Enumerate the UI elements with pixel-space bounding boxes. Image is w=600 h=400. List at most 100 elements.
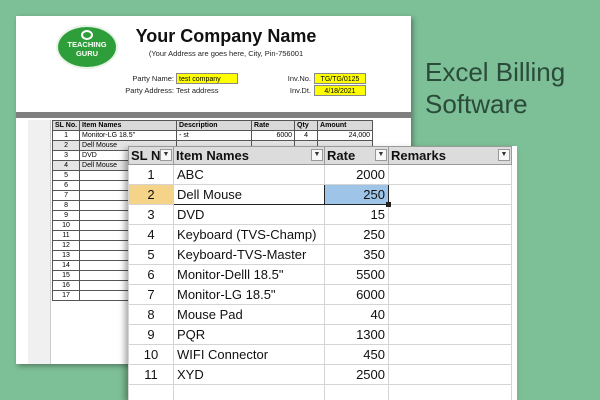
item-cell-sl[interactable]: 8 <box>128 304 174 325</box>
item-cell-remarks[interactable] <box>388 224 512 245</box>
company-address: (Your Address are goes here, City, Pin-7… <box>148 49 304 58</box>
invoice-cell-sl[interactable]: 3 <box>51 150 81 161</box>
item-cell-remarks[interactable] <box>388 324 512 345</box>
item-master-sheet: SL N ▼ Item Names ▼ Rate ▼ Remarks ▼ 1 AB… <box>128 146 517 400</box>
invoice-cell-sl[interactable]: 4 <box>51 160 81 171</box>
item-cell-sl[interactable]: 3 <box>128 204 174 225</box>
invoice-cell-sl[interactable]: 12 <box>51 240 81 251</box>
invoice-cell-sl[interactable]: 8 <box>51 200 81 211</box>
invoice-cell-sl[interactable]: 13 <box>51 250 81 261</box>
item-cell-name[interactable]: Monitor-LG 18.5" <box>173 284 325 305</box>
item-cell-remarks[interactable] <box>388 204 512 225</box>
invoice-cell-sl[interactable]: 15 <box>51 270 81 281</box>
item-cell-empty[interactable] <box>173 384 325 400</box>
item-cell-sl[interactable]: 4 <box>128 224 174 245</box>
item-cell-sl[interactable]: 10 <box>128 344 174 365</box>
fill-handle[interactable] <box>385 201 391 207</box>
item-cell-remarks[interactable] <box>388 364 512 385</box>
item-cell-name[interactable]: Dell Mouse <box>173 184 325 205</box>
item-cell-name[interactable]: PQR <box>173 324 325 345</box>
inv-dt-label: Inv.Dt. <box>289 86 311 95</box>
invoice-cell-desc[interactable]: - st <box>176 130 253 141</box>
invoice-cell-rate[interactable]: 6000 <box>251 130 296 141</box>
col-rate-header[interactable]: Rate ▼ <box>324 146 389 165</box>
item-row: 5 Keyboard-TVS-Master 350 <box>128 244 512 265</box>
dropdown-arrow-icon[interactable]: ▼ <box>498 149 510 161</box>
page-heading: Excel Billing Software <box>425 56 565 120</box>
item-cell-sl[interactable]: 9 <box>128 324 174 345</box>
col-item-names-header[interactable]: Item Names ▼ <box>173 146 325 165</box>
item-cell-sl[interactable]: 6 <box>128 264 174 285</box>
dropdown-arrow-icon[interactable]: ▼ <box>160 149 172 161</box>
col-item-names-label: Item Names <box>176 148 249 163</box>
item-cell-name[interactable]: XYD <box>173 364 325 385</box>
item-cell-empty[interactable] <box>324 384 389 400</box>
item-cell-remarks[interactable] <box>388 304 512 325</box>
item-cell-name[interactable]: Keyboard (TVS-Champ) <box>173 224 325 245</box>
item-cell-name[interactable]: WIFI Connector <box>173 344 325 365</box>
item-cell-name[interactable]: Mouse Pad <box>173 304 325 325</box>
dropdown-arrow-icon[interactable]: ▼ <box>311 149 323 161</box>
item-row: 3 DVD 15 <box>128 204 512 225</box>
item-cell-remarks[interactable] <box>388 284 512 305</box>
invoice-cell-sl[interactable]: 9 <box>51 210 81 221</box>
heading-line-1: Excel Billing <box>425 57 566 87</box>
invoice-cell-sl[interactable]: 6 <box>51 180 81 191</box>
col-remarks-label: Remarks <box>391 148 446 163</box>
item-cell-rate[interactable]: 2500 <box>324 364 389 385</box>
heading-line-2: Software <box>425 89 528 119</box>
invoice-cell-sl[interactable]: 14 <box>51 260 81 271</box>
item-cell-rate[interactable]: 2000 <box>324 164 389 185</box>
dropdown-arrow-icon[interactable]: ▼ <box>375 149 387 161</box>
item-row: 1 ABC 2000 <box>128 164 512 185</box>
item-master-table: SL N ▼ Item Names ▼ Rate ▼ Remarks ▼ 1 AB… <box>128 146 512 400</box>
item-cell-sl[interactable]: 7 <box>128 284 174 305</box>
inv-dt-field[interactable]: 4/18/2021 <box>314 85 366 96</box>
invoice-cell-sl[interactable]: 5 <box>51 170 81 181</box>
item-row: 2 Dell Mouse 250 <box>128 184 512 205</box>
col-sl-header[interactable]: SL N ▼ <box>128 146 174 165</box>
item-cell-sl[interactable]: 2 <box>128 184 174 205</box>
inv-no-field[interactable]: TG/TG/0125 <box>314 73 366 84</box>
item-cell-name[interactable]: ABC <box>173 164 325 185</box>
item-cell-rate[interactable]: 450 <box>324 344 389 365</box>
item-cell-sl[interactable]: 5 <box>128 244 174 265</box>
item-cell-empty[interactable] <box>128 384 174 400</box>
item-cell-rate[interactable]: 250 <box>324 224 389 245</box>
invoice-cell-sl[interactable]: 16 <box>51 280 81 291</box>
invoice-cell-sl[interactable]: 1 <box>51 130 81 141</box>
invoice-cell-sl[interactable]: 2 <box>51 140 81 151</box>
item-cell-empty[interactable] <box>388 384 512 400</box>
item-cell-name[interactable]: DVD <box>173 204 325 225</box>
item-cell-remarks[interactable] <box>388 344 512 365</box>
item-cell-rate[interactable]: 1300 <box>324 324 389 345</box>
item-cell-remarks[interactable] <box>388 244 512 265</box>
item-row: 7 Monitor-LG 18.5" 6000 <box>128 284 512 305</box>
col-remarks-header[interactable]: Remarks ▼ <box>388 146 512 165</box>
item-cell-name[interactable]: Monitor-Delll 18.5" <box>173 264 325 285</box>
invoice-cell-qty[interactable]: 4 <box>294 130 319 141</box>
item-cell-remarks[interactable] <box>388 264 512 285</box>
invoice-cell-sl[interactable]: 7 <box>51 190 81 201</box>
item-cell-rate[interactable]: 40 <box>324 304 389 325</box>
invoice-cell-amount[interactable]: 24,000 <box>317 130 374 141</box>
item-cell-rate[interactable]: 250 <box>324 184 389 205</box>
item-cell-rate[interactable]: 350 <box>324 244 389 265</box>
item-cell-remarks[interactable] <box>388 164 512 185</box>
item-cell-rate[interactable]: 6000 <box>324 284 389 305</box>
party-name-field[interactable]: test company <box>176 73 238 84</box>
col-sl: SL No. <box>51 120 81 131</box>
col-qty: Qty <box>294 120 319 131</box>
item-cell-remarks[interactable] <box>388 184 512 205</box>
invoice-cell-sl[interactable]: 10 <box>51 220 81 231</box>
invoice-cell-item[interactable]: Monitor-LG 18.5" <box>79 130 178 141</box>
item-cell-rate[interactable]: 5500 <box>324 264 389 285</box>
item-cell-sl[interactable]: 1 <box>128 164 174 185</box>
item-cell-rate[interactable]: 15 <box>324 204 389 225</box>
item-cell-sl[interactable]: 11 <box>128 364 174 385</box>
item-cell-name[interactable]: Keyboard-TVS-Master <box>173 244 325 265</box>
invoice-cell-sl[interactable]: 11 <box>51 230 81 241</box>
company-name: Your Company Name <box>135 26 317 46</box>
invoice-cell-sl[interactable]: 17 <box>51 290 81 301</box>
party-address-value[interactable]: Test address <box>176 86 219 95</box>
